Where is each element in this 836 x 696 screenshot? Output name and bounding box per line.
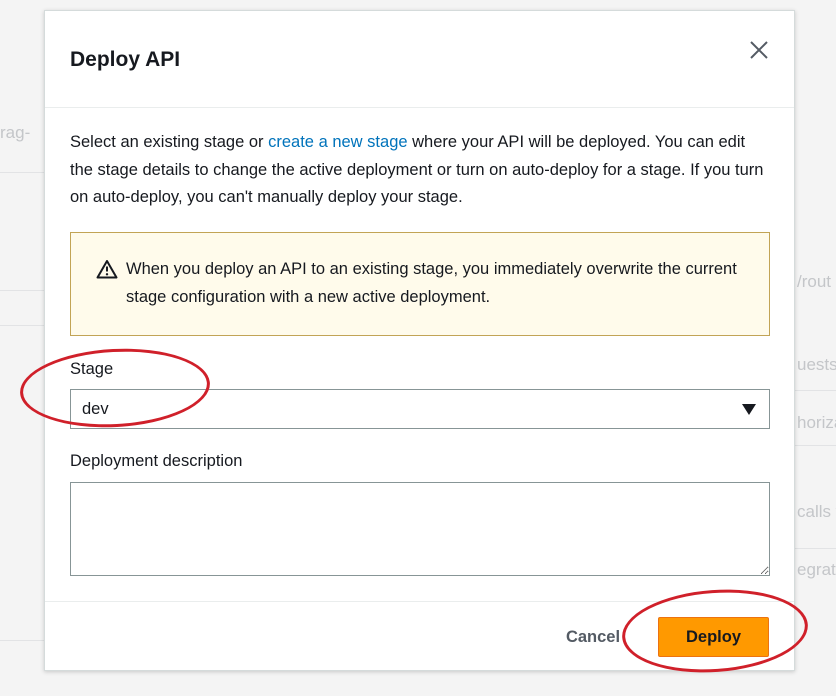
background-divider (0, 172, 44, 173)
deploy-api-dialog: Deploy API Select an existing stage or c… (44, 10, 795, 671)
warning-alert: When you deploy an API to an existing st… (70, 232, 770, 336)
warning-icon (96, 260, 118, 279)
footer-divider (45, 601, 794, 602)
dialog-description: Select an existing stage or create a new… (70, 129, 770, 212)
background-divider (0, 325, 44, 326)
cancel-button[interactable]: Cancel (550, 623, 636, 651)
background-fragment: calls w (797, 502, 836, 521)
close-button[interactable] (750, 41, 768, 59)
background-fragment: /rout (797, 272, 832, 291)
background-fragment: rag- (0, 123, 31, 142)
background-fragment: horiza (797, 413, 836, 432)
deployment-description-label: Deployment description (70, 452, 243, 470)
background-divider (0, 290, 44, 291)
stage-select[interactable]: dev (70, 389, 770, 429)
deploy-button[interactable]: Deploy (658, 617, 769, 657)
stage-select-value: dev (82, 400, 109, 418)
background-divider (795, 445, 836, 446)
create-stage-link[interactable]: create a new stage (268, 133, 407, 151)
stage-label: Stage (70, 360, 114, 378)
warning-text: When you deploy an API to an existing st… (126, 260, 737, 306)
caret-down-icon (742, 404, 756, 415)
deployment-description-input[interactable] (70, 482, 770, 576)
dialog-title: Deploy API (70, 48, 181, 71)
background-divider (795, 390, 836, 391)
background-divider (795, 548, 836, 549)
background-divider (0, 640, 44, 641)
background-fragment: uests. (797, 355, 836, 374)
background-fragment: egrat (797, 560, 836, 579)
dialog-header: Deploy API (45, 11, 794, 108)
close-icon (750, 41, 768, 59)
intro-text: Select an existing stage or (70, 133, 269, 151)
